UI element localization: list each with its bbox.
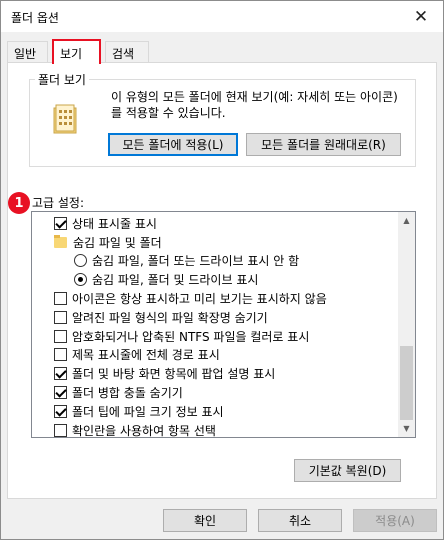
settings-radio-row[interactable]: 숨김 파일, 폴더 또는 드라이브 표시 안 함: [32, 252, 398, 271]
folder-view-icon: [53, 104, 77, 134]
settings-checkbox-row[interactable]: 폴더 팁에 파일 크기 정보 표시: [32, 402, 398, 421]
settings-checkbox-row[interactable]: 알려진 파일 형식의 파일 확장명 숨기기: [32, 308, 398, 327]
ok-button[interactable]: 확인: [163, 509, 247, 532]
setting-label: 제목 표시줄에 전체 경로 표시: [72, 348, 220, 363]
checkbox[interactable]: [54, 367, 67, 381]
setting-label: 폴더 병합 충돌 숨기기: [72, 386, 183, 401]
annotation-badge: 1: [8, 192, 30, 214]
settings-checkbox-row[interactable]: 폴더 및 바탕 화면 항목에 팝업 설명 표시: [32, 364, 398, 383]
scroll-up-icon[interactable]: ▲: [398, 212, 415, 229]
settings-radio-row[interactable]: 숨김 파일, 폴더 및 드라이브 표시: [32, 270, 398, 289]
apply-to-folders-button[interactable]: 모든 폴더에 적용(L): [108, 133, 238, 156]
checkbox[interactable]: [54, 386, 67, 400]
checkbox[interactable]: [54, 329, 67, 343]
settings-checkbox-row[interactable]: 제목 표시줄에 전체 경로 표시: [32, 346, 398, 365]
advanced-settings-label: 고급 설정:: [32, 196, 85, 210]
folder-options-window: 폴더 옵션 ✕ 일반 보기 검색 폴더 보기 이 유형의 모든 폴더에 현재 보…: [0, 0, 444, 540]
tab-general[interactable]: 일반: [7, 41, 48, 63]
advanced-settings-items: 상태 표시줄 표시숨김 파일 및 폴더숨김 파일, 폴더 또는 드라이브 표시 …: [32, 212, 398, 438]
setting-label: 폴더 팁에 파일 크기 정보 표시: [72, 404, 224, 419]
tab-view[interactable]: 보기: [52, 39, 101, 64]
checkbox[interactable]: [54, 404, 67, 418]
cancel-button[interactable]: 취소: [258, 509, 342, 532]
setting-label: 확인란을 사용하여 항목 선택: [72, 423, 216, 438]
settings-folder-node: 숨김 파일 및 폴더: [32, 233, 398, 252]
window-title: 폴더 옵션: [11, 11, 59, 25]
setting-label: 숨김 파일, 폴더 및 드라이브 표시: [92, 273, 259, 288]
title-bar: 폴더 옵션 ✕: [1, 1, 443, 32]
settings-checkbox-row[interactable]: 폴더 병합 충돌 숨기기: [32, 383, 398, 402]
reset-folders-button[interactable]: 모든 폴더를 원래대로(R): [246, 133, 401, 156]
restore-defaults-button[interactable]: 기본값 복원(D): [294, 459, 401, 482]
setting-label: 알려진 파일 형식의 파일 확장명 숨기기: [72, 310, 268, 325]
setting-label: 아이콘은 항상 표시하고 미리 보기는 표시하지 않음: [72, 292, 327, 307]
folder-views-description: 이 유형의 모든 폴더에 현재 보기(예: 자세히 또는 아이콘)를 적용할 수…: [111, 90, 398, 120]
settings-checkbox-row[interactable]: 암호화되거나 압축된 NTFS 파일을 컬러로 표시: [32, 327, 398, 346]
setting-label: 숨김 파일 및 폴더: [73, 235, 162, 250]
setting-label: 상태 표시줄 표시: [72, 216, 157, 231]
setting-label: 숨김 파일, 폴더 또는 드라이브 표시 안 함: [92, 254, 300, 269]
checkbox[interactable]: [54, 216, 67, 230]
checkbox[interactable]: [54, 348, 67, 362]
settings-checkbox-row[interactable]: 확인란을 사용하여 항목 선택: [32, 421, 398, 438]
radio-button[interactable]: [74, 273, 87, 287]
vertical-scrollbar[interactable]: ▲ ▼: [398, 212, 415, 437]
folder-icon: [54, 234, 67, 248]
folder-views-legend: 폴더 보기: [35, 71, 89, 88]
checkbox[interactable]: [54, 292, 67, 306]
setting-label: 암호화되거나 압축된 NTFS 파일을 컬러로 표시: [72, 329, 310, 344]
tab-search[interactable]: 검색: [105, 41, 149, 63]
setting-label: 폴더 및 바탕 화면 항목에 팝업 설명 표시: [72, 367, 276, 382]
radio-button[interactable]: [74, 254, 87, 268]
apply-button[interactable]: 적용(A): [353, 509, 437, 532]
settings-checkbox-row[interactable]: 상태 표시줄 표시: [32, 214, 398, 233]
advanced-settings-list[interactable]: 상태 표시줄 표시숨김 파일 및 폴더숨김 파일, 폴더 또는 드라이브 표시 …: [31, 211, 416, 438]
checkbox[interactable]: [54, 423, 67, 437]
close-icon[interactable]: ✕: [399, 1, 443, 32]
scroll-down-icon[interactable]: ▼: [398, 420, 415, 437]
checkbox[interactable]: [54, 310, 67, 324]
settings-checkbox-row[interactable]: 아이콘은 항상 표시하고 미리 보기는 표시하지 않음: [32, 289, 398, 308]
scroll-thumb[interactable]: [400, 346, 413, 420]
